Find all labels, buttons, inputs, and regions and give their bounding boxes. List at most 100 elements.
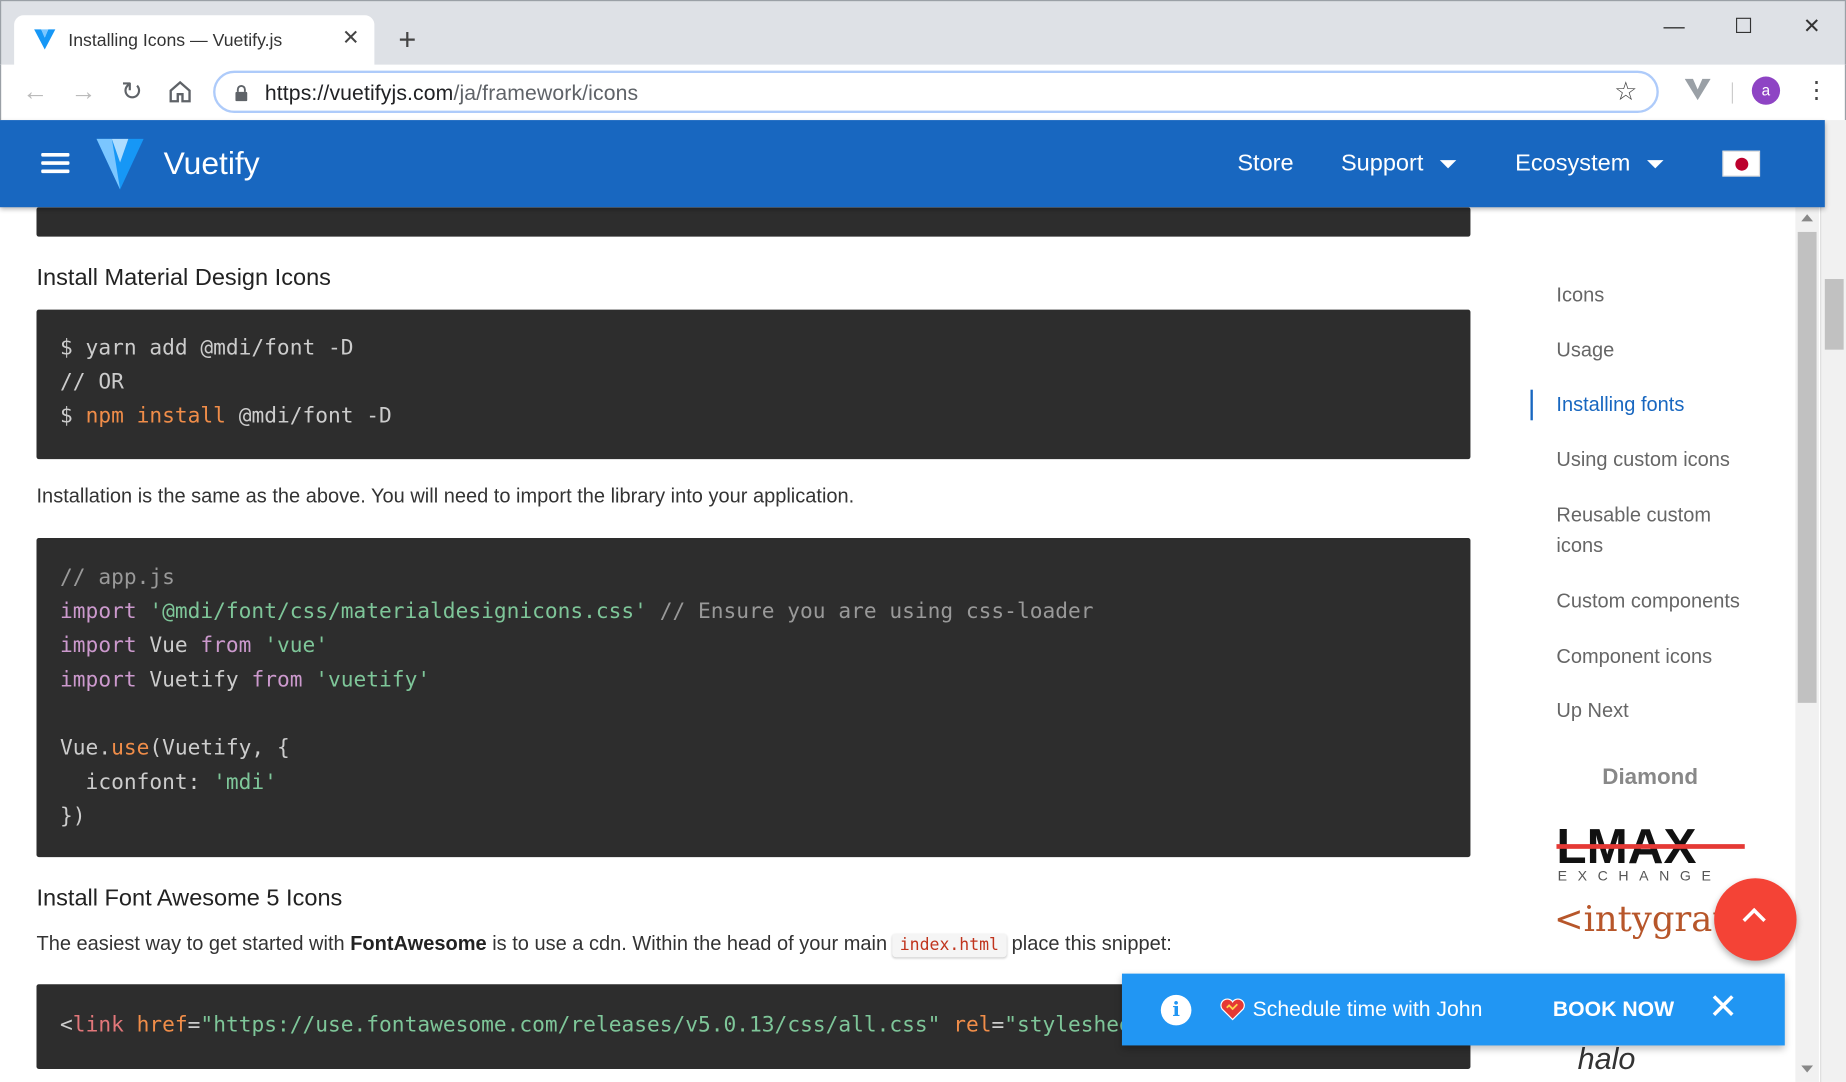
- code-token: iconfont:: [60, 769, 214, 795]
- page-scrollbar[interactable]: [1820, 120, 1846, 1082]
- sponsor-halo-logo[interactable]: halo: [1578, 1041, 1636, 1077]
- code-token: // Ensure you are using css-loader: [659, 599, 1094, 624]
- vuetify-logo-icon[interactable]: [94, 137, 146, 191]
- code-token: use: [111, 735, 150, 761]
- code-token: href: [136, 1012, 188, 1038]
- code-token: 'mdi': [213, 769, 277, 795]
- hamburger-menu-icon[interactable]: [41, 153, 70, 174]
- lock-icon: [235, 85, 248, 102]
- url-text[interactable]: https://vuetifyjs.com/ja/framework/icons: [265, 81, 638, 106]
- toc-item-icons[interactable]: Icons: [1556, 280, 1604, 311]
- code-token: from: [200, 633, 252, 659]
- code-line: import Vue from 'vue': [60, 629, 1447, 663]
- maximize-button[interactable]: ☐: [1726, 8, 1761, 43]
- fa-text-2: is to use a cdn. Within the head of your…: [486, 932, 893, 955]
- code-token: rel: [953, 1012, 992, 1038]
- brand-title[interactable]: Vuetify: [164, 146, 260, 182]
- heart-icon: [1220, 998, 1245, 1021]
- code-token: Vuetify: [136, 667, 252, 693]
- sponsor-lmax-logo[interactable]: LMAX EXCHANGE: [1556, 821, 1750, 886]
- toc-item-reusable-custom-icons[interactable]: Reusable custom icons: [1556, 500, 1711, 561]
- star-icon[interactable]: ☆: [1614, 77, 1637, 108]
- tab-close-icon[interactable]: ✕: [338, 25, 364, 51]
- code-token: 'vue': [264, 633, 329, 659]
- toc-item-up-next[interactable]: Up Next: [1556, 696, 1628, 727]
- new-tab-button[interactable]: +: [393, 24, 421, 55]
- heading-mdi: Install Material Design Icons: [36, 264, 331, 291]
- code-line: import '@mdi/font/css/materialdesignicon…: [60, 595, 1447, 629]
- content-scroll-thumb[interactable]: [1797, 231, 1817, 703]
- main-content: Install Material Design Icons $ yarn add…: [0, 207, 1795, 1082]
- promo-snackbar: i Schedule time with John BOOK NOW ✕: [1121, 973, 1785, 1046]
- language-flag-icon[interactable]: [1722, 150, 1761, 177]
- vuetify-extension-icon[interactable]: [1684, 78, 1711, 102]
- code-line: $ yarn add @mdi/font -D: [60, 331, 1447, 365]
- toc-item-using-custom-icons[interactable]: Using custom icons: [1556, 445, 1730, 476]
- scroll-down-arrow-icon[interactable]: [1801, 1065, 1814, 1073]
- code-token: 'vuetify': [315, 667, 431, 693]
- code-token: // OR: [60, 369, 124, 395]
- fa-text-3: place this snippet:: [1006, 932, 1172, 955]
- scroll-up-arrow-icon[interactable]: [1801, 214, 1814, 222]
- back-icon[interactable]: ←: [21, 77, 49, 106]
- nav-support[interactable]: Support: [1340, 150, 1457, 178]
- code-line: // OR: [60, 365, 1447, 399]
- minimize-button[interactable]: —: [1656, 8, 1691, 43]
- browser-window: Installing Icons — Vuetify.js ✕ + — ☐ ✕ …: [0, 0, 1846, 1082]
- book-now-button[interactable]: BOOK NOW: [1553, 997, 1674, 1022]
- code-line: // app.js: [60, 560, 1447, 594]
- code-token: Vue.: [60, 735, 112, 761]
- code-token: $: [60, 403, 86, 429]
- code-token: '@mdi/font/css/materialdesignicons.css': [149, 599, 647, 624]
- app-bar: Vuetify Store Support Ecosystem: [0, 120, 1825, 208]
- toc-item-custom-components[interactable]: Custom components: [1556, 586, 1740, 617]
- fa-paragraph: The easiest way to get started with Font…: [36, 932, 1172, 958]
- code-line: import Vuetify from 'vuetify': [60, 663, 1447, 697]
- browser-toolbar: ← → ↻ https://vuetifyjs.com/ja/framework…: [0, 64, 1846, 121]
- code-token: Vue: [136, 633, 201, 659]
- code-token: import: [60, 599, 137, 624]
- code-token: $ yarn add @mdi/font -D: [60, 335, 354, 361]
- toc-item-installing-fonts[interactable]: Installing fonts: [1556, 390, 1684, 421]
- toc-item-usage[interactable]: Usage: [1556, 336, 1614, 367]
- page-scroll-thumb[interactable]: [1824, 279, 1844, 350]
- code-token: // app.js: [60, 565, 175, 590]
- nav-store[interactable]: Store: [1237, 151, 1293, 178]
- lmax-sub-text: EXCHANGE: [1558, 868, 1722, 884]
- window-close-button[interactable]: ✕: [1794, 8, 1829, 43]
- code-block-app-js: // app.js import '@mdi/font/css/materiald…: [36, 538, 1471, 858]
- profile-avatar[interactable]: a: [1751, 76, 1781, 105]
- code-line: [60, 697, 1447, 731]
- nav-support-label: Support: [1340, 150, 1424, 177]
- toc-item-component-icons[interactable]: Component icons: [1556, 642, 1712, 673]
- code-token: npm install: [85, 403, 226, 429]
- sponsor-heading: Diamond: [1602, 765, 1698, 790]
- code-token: import: [60, 667, 137, 693]
- active-tab[interactable]: Installing Icons — Vuetify.js ✕: [14, 15, 375, 66]
- kebab-menu-icon[interactable]: ⋮: [1805, 75, 1829, 106]
- fa-text-1: The easiest way to get started with: [36, 932, 351, 955]
- tab-title: Installing Icons — Vuetify.js: [68, 30, 283, 51]
- code-token: }): [60, 804, 86, 829]
- address-bar[interactable]: https://vuetifyjs.com/ja/framework/icons…: [213, 70, 1659, 114]
- scroll-to-top-button[interactable]: [1714, 878, 1797, 961]
- heading-fa: Install Font Awesome 5 Icons: [36, 885, 343, 912]
- code-token: =: [187, 1012, 201, 1038]
- url-path: /ja/framework/icons: [453, 81, 639, 105]
- forward-icon[interactable]: →: [69, 77, 97, 106]
- content-scrollbar[interactable]: [1795, 207, 1819, 1082]
- fa-bold: FontAwesome: [350, 932, 487, 955]
- install-paragraph: Installation is the same as the above. Y…: [36, 485, 855, 508]
- vuetify-favicon-icon: [34, 29, 56, 50]
- reload-icon[interactable]: ↻: [118, 77, 146, 106]
- nav-ecosystem[interactable]: Ecosystem: [1515, 151, 1664, 178]
- code-line: $ npm install @mdi/font -D: [60, 399, 1447, 433]
- code-line: Vue.use(Vuetify, {: [60, 731, 1447, 765]
- home-icon[interactable]: [166, 78, 194, 106]
- info-icon: i: [1160, 994, 1192, 1026]
- code-token: import: [60, 633, 137, 659]
- snackbar-close-icon[interactable]: ✕: [1708, 990, 1738, 1025]
